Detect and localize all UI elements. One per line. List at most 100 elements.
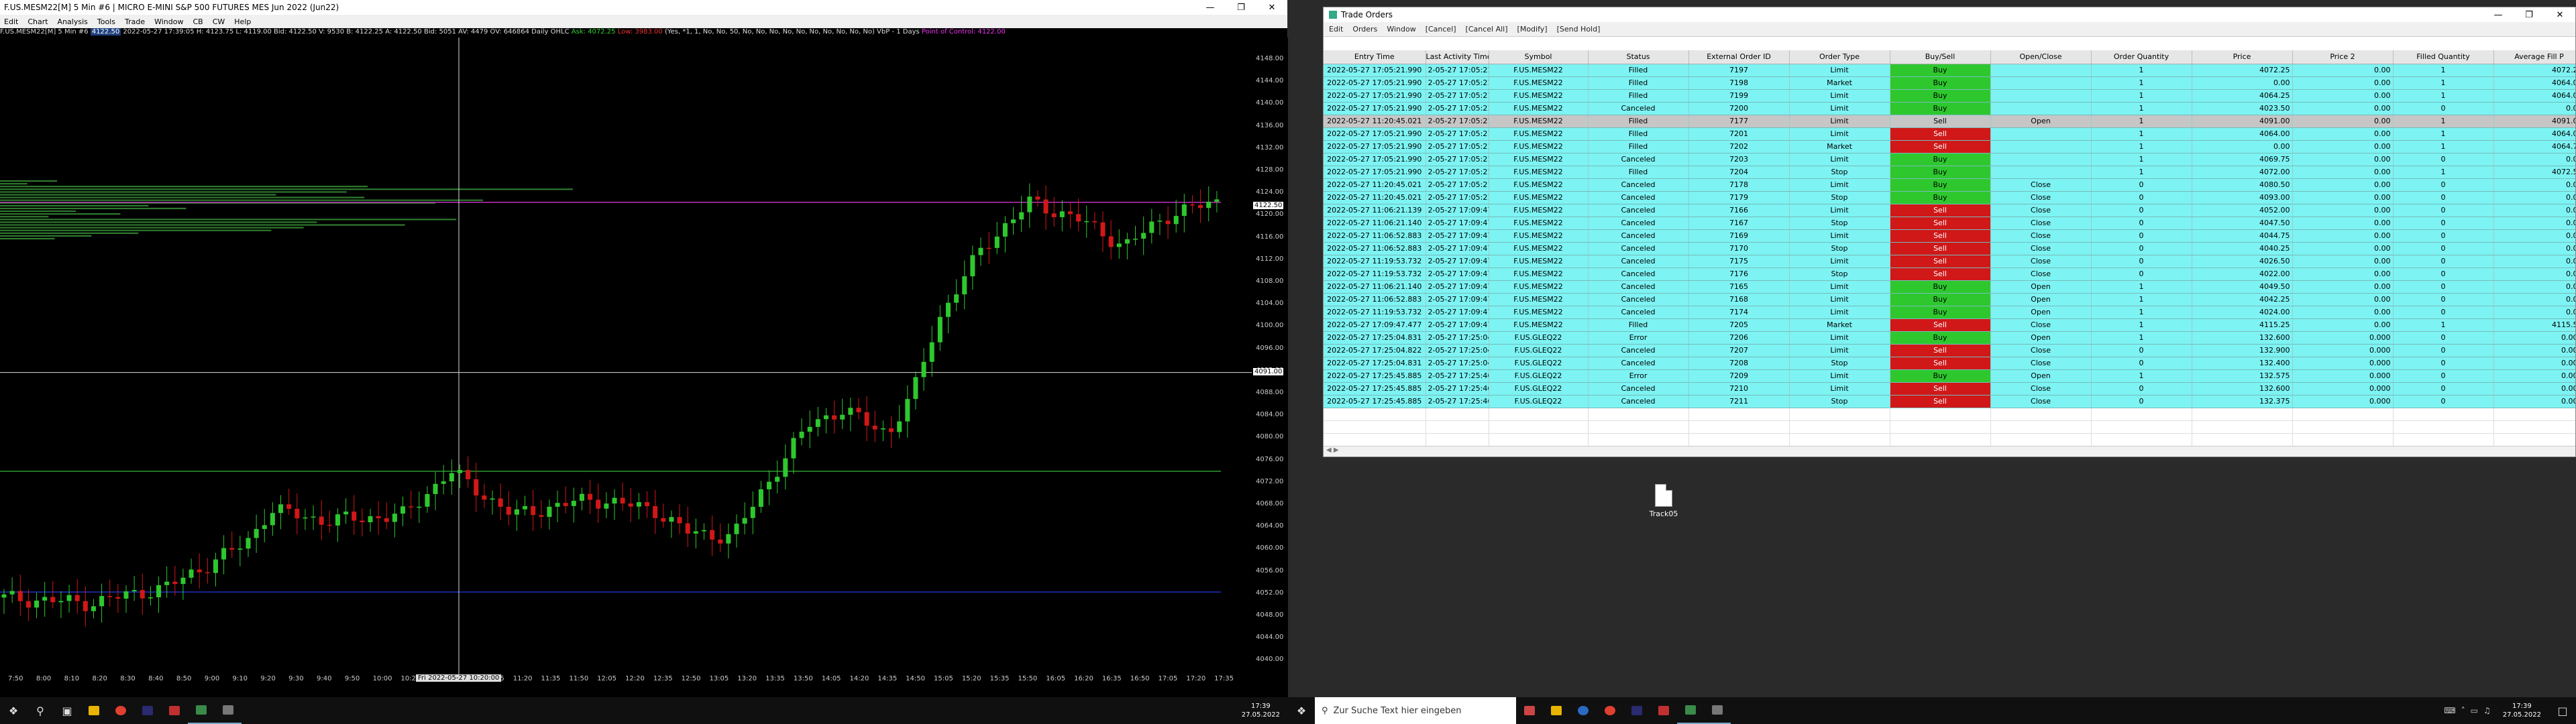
sierra-chart-icon[interactable] [188,697,215,724]
modify-button[interactable]: [Modify] [1517,25,1548,34]
search-icon[interactable]: ⚲ [27,697,54,724]
time-axis[interactable]: 7:50 8:00 8:10 8:20 8:30 8:40 8:50 9:00 9:10 9:20… [0,674,1288,684]
price-axis[interactable]: 4148.00 4144.00 4140.00 4136.00 4132.00 4128.… [1252,38,1288,674]
menu-analysis[interactable]: Analysis [58,17,88,26]
column-header[interactable]: Status [1588,50,1689,64]
orders-table[interactable]: Entry Time Last Activity Time Symbol Status… [1324,50,2575,446]
menu-window[interactable]: Window [154,17,183,26]
table-row[interactable]: 2022-05-27 17:05:21.990 2-05-27 17:05:21.… [1324,89,2575,103]
table-row[interactable]: 2022-05-27 17:25:45.885 2-05-27 17:25:46.… [1324,382,2575,396]
chart-window[interactable]: F.US.MESM22[M] 5 Min #6 | MICRO E-MINI S… [0,0,1288,704]
taskbar-search-box[interactable]: ⚲ Zur Suche Text hier eingeben [1315,697,1516,724]
task-view-icon[interactable]: ▣ [54,697,80,724]
windows-start-icon[interactable]: ❖ [1288,697,1315,724]
minimize-icon[interactable]: — [1195,3,1226,13]
maximize-icon[interactable]: ❐ [1226,3,1256,13]
app-icon-game[interactable] [1516,697,1543,724]
column-header[interactable]: Average Fill P [2493,50,2575,64]
column-header[interactable]: Open/Close [1990,50,2092,64]
maximize-icon[interactable]: ❐ [2514,10,2544,20]
chrome-icon[interactable] [1597,697,1623,724]
column-header[interactable]: External Order ID [1688,50,1790,64]
menu-cw[interactable]: CW [213,17,225,26]
table-row[interactable]: 2022-05-27 17:09:47.477 2-05-27 17:09:47.… [1324,318,2575,332]
table-row[interactable]: 2022-05-27 17:05:21.990 2-05-27 17:05:21.… [1324,166,2575,179]
trade-orders-window[interactable]: Trade Orders — ❐ ✕ Edit Orders Window [C… [1323,7,2576,457]
app-icon-blue[interactable] [1570,697,1597,724]
orders-title-bar[interactable]: Trade Orders — ❐ ✕ [1324,7,2575,22]
app-icon-pr[interactable] [134,697,161,724]
trading-app-icon[interactable] [1704,697,1731,724]
app-icon-red[interactable] [161,697,188,724]
column-header[interactable]: Price 2 [2292,50,2394,64]
orders-table-container[interactable]: Entry Time Last Activity Time Symbol Status… [1324,50,2575,446]
table-row[interactable]: 2022-05-27 17:25:04.822 2-05-27 17:25:04.… [1324,344,2575,357]
table-row[interactable]: 2022-05-27 11:06:21.139 2-05-27 17:09:47.… [1324,204,2575,217]
column-header[interactable]: Entry Time [1324,50,1426,64]
volume-icon[interactable]: ♫ [2483,706,2491,715]
table-row[interactable]: 2022-05-27 17:05:21.990 2-05-27 17:05:21.… [1324,76,2575,90]
menu-chart[interactable]: Chart [28,17,48,26]
menu-window[interactable]: Window [1387,25,1415,34]
horizontal-scrollbar[interactable]: ◀ ▶ [1324,446,2575,457]
menu-cb[interactable]: CB [193,17,203,26]
table-row[interactable]: 2022-05-27 17:05:21.990 2-05-27 17:05:21.… [1324,140,2575,154]
table-row[interactable]: 2022-05-27 11:06:52.883 2-05-27 17:09:47.… [1324,293,2575,306]
cancel-button[interactable]: [Cancel] [1426,25,1456,34]
table-row[interactable]: 2022-05-27 11:20:45.021 2-05-27 17:05:21.… [1324,191,2575,204]
minimize-icon[interactable]: — [2483,10,2514,20]
sierra-chart-icon[interactable] [1677,697,1704,724]
column-header[interactable]: Symbol [1489,50,1589,64]
close-icon[interactable]: ✕ [2544,10,2575,20]
table-row[interactable]: 2022-05-27 11:19:53.732 2-05-27 17:09:47.… [1324,306,2575,319]
taskbar-clock[interactable]: 17:39 27.05.2022 [2495,702,2549,719]
column-header[interactable]: Order Quantity [2091,50,2192,64]
table-row[interactable]: 2022-05-27 11:19:53.732 2-05-27 17:09:47.… [1324,267,2575,281]
table-row[interactable]: 2022-05-27 11:06:52.883 2-05-27 17:09:47.… [1324,242,2575,255]
candlestick-chart[interactable] [0,38,1252,674]
table-row[interactable]: 2022-05-27 17:25:04.831 2-05-27 17:25:04.… [1324,331,2575,345]
file-explorer-icon[interactable] [1543,697,1570,724]
taskbar-clock[interactable]: 17:39 27.05.2022 [1234,702,1288,719]
trading-app-icon[interactable] [215,697,241,724]
menu-trade[interactable]: Trade [125,17,145,26]
table-row[interactable]: 2022-05-27 11:19:53.732 2-05-27 17:09:47.… [1324,255,2575,268]
chrome-icon[interactable] [107,697,134,724]
keyboard-icon[interactable]: ⌨ [2444,706,2455,715]
table-row[interactable]: 2022-05-27 17:05:21.990 2-05-27 17:05:21.… [1324,127,2575,141]
table-row[interactable]: 2022-05-27 11:06:21.140 2-05-27 17:09:47.… [1324,280,2575,294]
chart-title-bar[interactable]: F.US.MESM22[M] 5 Min #6 | MICRO E-MINI S… [0,0,1287,15]
system-tray[interactable]: ⌨ ˄ ▭ ♫ [2440,706,2494,715]
send-hold-button[interactable]: [Send Hold] [1557,25,1601,34]
menu-edit[interactable]: Edit [1329,25,1343,34]
menu-help[interactable]: Help [234,17,251,26]
table-row[interactable]: 2022-05-27 11:06:52.883 2-05-27 17:09:47.… [1324,229,2575,243]
column-header[interactable]: Buy/Sell [1890,50,1991,64]
file-explorer-icon[interactable] [80,697,107,724]
cancel-all-button[interactable]: [Cancel All] [1466,25,1508,34]
column-header[interactable]: Price [2192,50,2293,64]
table-row[interactable]: 2022-05-27 17:05:21.990 2-05-27 17:05:21.… [1324,64,2575,77]
desktop-file-icon[interactable]: Track05 [1637,484,1690,518]
table-row[interactable]: 2022-05-27 17:05:21.990 2-05-27 17:05:21.… [1324,153,2575,166]
chevron-up-icon[interactable]: ˄ [2461,706,2465,715]
menu-orders[interactable]: Orders [1352,25,1377,34]
table-row[interactable]: 2022-05-27 11:20:45.021 2-05-27 17:05:21.… [1324,115,2575,128]
table-row[interactable]: 2022-05-27 11:06:21.140 2-05-27 17:09:47.… [1324,217,2575,230]
table-row[interactable]: 2022-05-27 11:20:45.021 2-05-27 17:05:21.… [1324,178,2575,192]
column-header[interactable]: Filled Quantity [2393,50,2494,64]
table-row[interactable]: 2022-05-27 17:25:04.831 2-05-27 17:25:04.… [1324,357,2575,370]
column-header[interactable]: Order Type [1789,50,1890,64]
notification-icon[interactable]: □ [2549,697,2576,724]
windows-start-icon[interactable]: ❖ [0,697,27,724]
app-icon-red[interactable] [1650,697,1677,724]
table-row[interactable]: 2022-05-27 17:25:45.885 2-05-27 17:25:46.… [1324,369,2575,383]
table-row[interactable]: 2022-05-27 17:25:45.885 2-05-27 17:25:46.… [1324,395,2575,408]
network-icon[interactable]: ▭ [2471,706,2478,715]
menu-edit[interactable]: Edit [4,17,18,26]
table-row[interactable]: 2022-05-27 17:05:21.990 2-05-27 17:05:21.… [1324,102,2575,115]
app-icon-pr[interactable] [1623,697,1650,724]
menu-tools[interactable]: Tools [97,17,115,26]
column-header[interactable]: Last Activity Time [1426,50,1489,64]
close-icon[interactable]: ✕ [1256,3,1287,13]
